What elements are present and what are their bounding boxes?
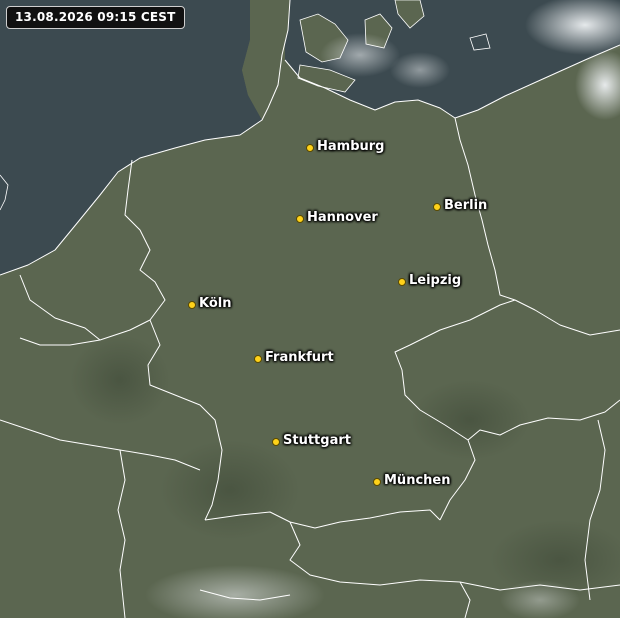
- city-label-koeln: Köln: [199, 296, 232, 311]
- city-dot-icon: [272, 438, 280, 446]
- map-base-layer: [0, 0, 620, 618]
- city-label-stuttgart: Stuttgart: [283, 433, 351, 448]
- city-label-hannover: Hannover: [307, 210, 378, 225]
- city-dot-icon: [296, 215, 304, 223]
- city-dot-icon: [254, 355, 262, 363]
- timestamp-badge: 13.08.2026 09:15 CEST: [6, 6, 185, 29]
- city-dot-icon: [433, 203, 441, 211]
- city-dot-icon: [373, 478, 381, 486]
- city-dot-icon: [398, 278, 406, 286]
- city-label-frankfurt: Frankfurt: [265, 350, 334, 365]
- city-label-muenchen: München: [384, 473, 451, 488]
- city-label-berlin: Berlin: [444, 198, 488, 213]
- satellite-map[interactable]: 13.08.2026 09:15 CEST Hamburg Hannover B…: [0, 0, 620, 618]
- city-dot-icon: [188, 301, 196, 309]
- city-label-leipzig: Leipzig: [409, 273, 462, 288]
- city-dot-icon: [306, 144, 314, 152]
- city-label-hamburg: Hamburg: [317, 139, 385, 154]
